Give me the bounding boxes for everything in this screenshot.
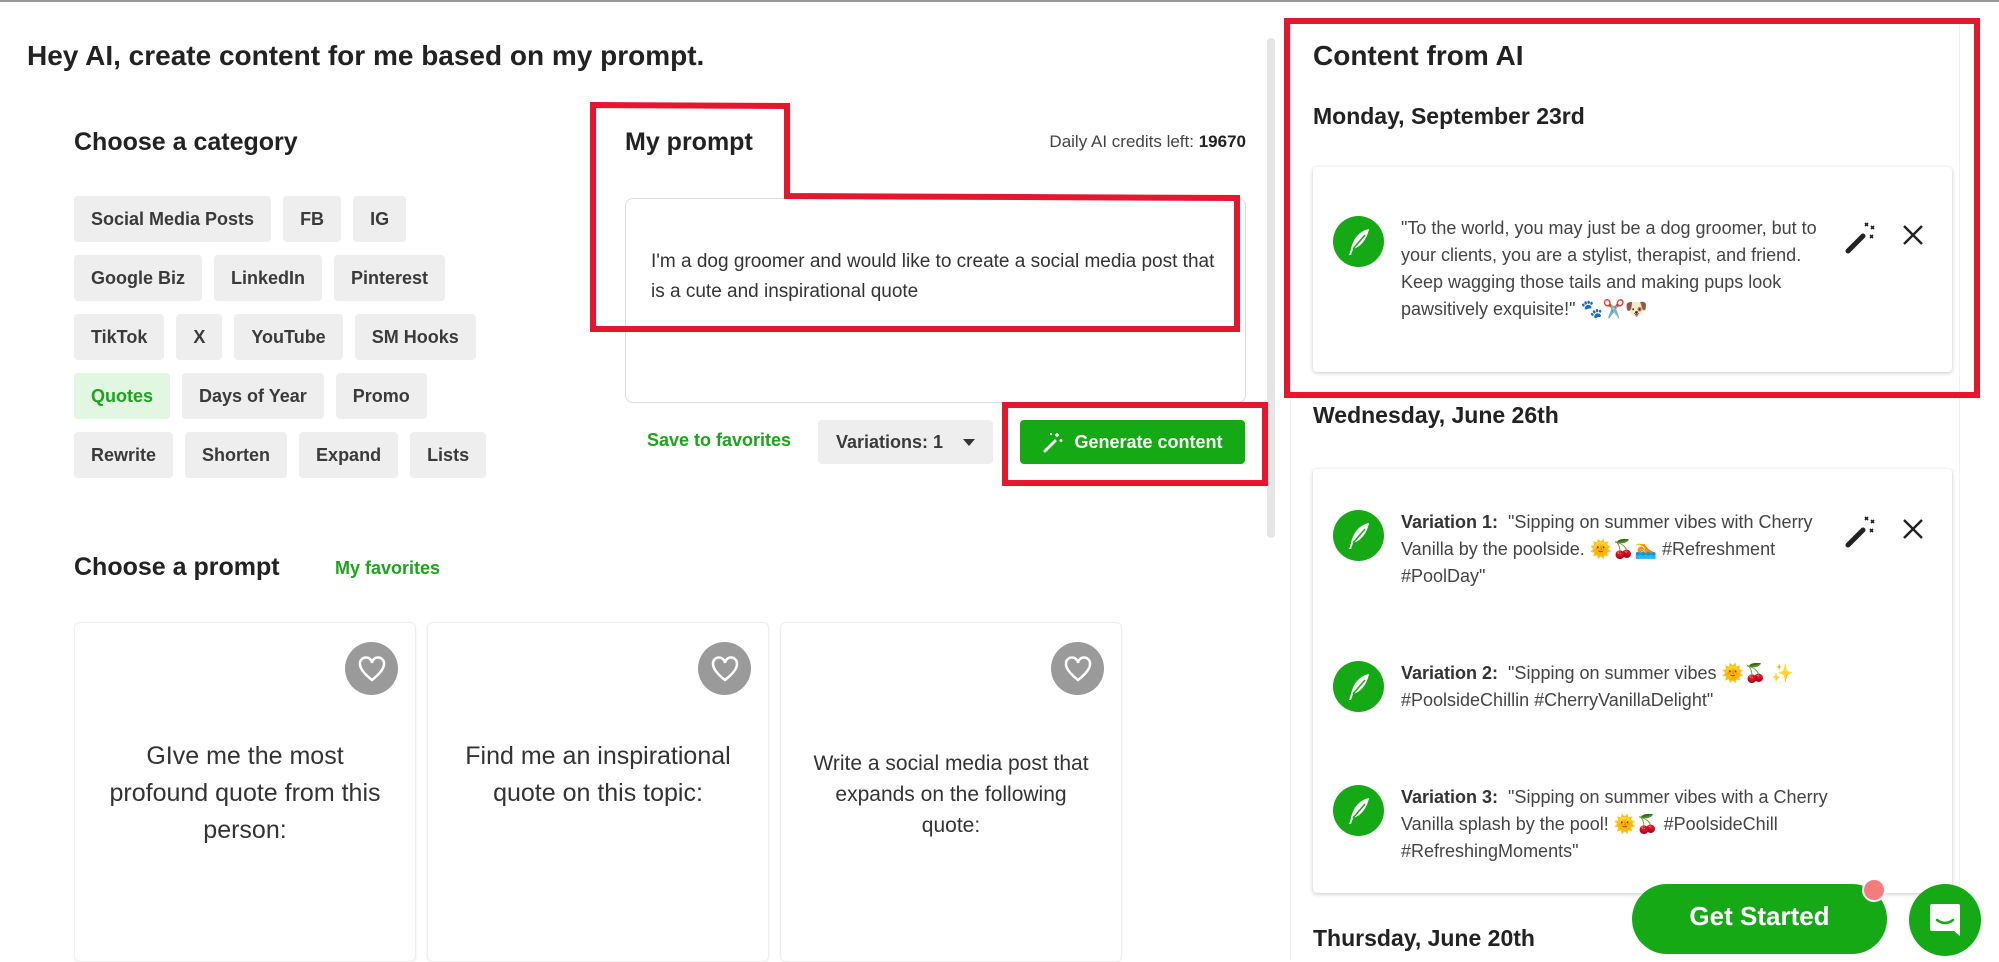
scrollbar[interactable] [1267, 38, 1275, 538]
variations-dropdown[interactable]: Variations: 1 [818, 420, 993, 464]
heart-icon [710, 655, 740, 683]
category-chip-promo[interactable]: Promo [335, 373, 427, 419]
variation-label: Variation 2: [1401, 663, 1499, 683]
chip-row: Google Biz LinkedIn Pinterest [74, 255, 594, 301]
category-chip-ig[interactable]: IG [353, 196, 407, 242]
generate-label: Generate content [1074, 431, 1223, 452]
notification-dot [1862, 878, 1886, 902]
favorite-button[interactable] [1051, 642, 1104, 695]
regenerate-button[interactable] [1843, 221, 1877, 260]
prompt-card-text: Find me an inspirational quote on this t… [465, 742, 731, 807]
generated-text: "To the world, you may just be a dog gro… [1401, 218, 1817, 319]
chip-row: Rewrite Shorten Expand Lists [74, 432, 594, 478]
date-heading: Thursday, June 20th [1313, 925, 1535, 951]
date-heading: Wednesday, June 26th [1313, 402, 1559, 428]
top-border [0, 0, 1999, 2]
category-chip-youtube[interactable]: YouTube [234, 314, 343, 360]
prompt-card[interactable]: Write a social media post that expands o… [780, 622, 1122, 962]
magic-wand-icon [1843, 516, 1877, 553]
content-card: Variation 1: "Sipping on summer vibes wi… [1313, 469, 1952, 893]
category-chip-google-biz[interactable]: Google Biz [74, 255, 202, 301]
content-heading: Content from AI [1313, 40, 1524, 71]
credits-readout: Daily AI credits left: 19670 [1049, 132, 1246, 152]
my-prompt-heading: My prompt [625, 128, 753, 156]
date-heading: Monday, September 23rd [1313, 103, 1585, 129]
generate-content-button[interactable]: Generate content [1020, 420, 1245, 464]
content-text[interactable]: "To the world, you may just be a dog gro… [1401, 215, 1831, 323]
save-to-favorites-link[interactable]: Save to favorites [647, 430, 791, 451]
content-text[interactable]: Variation 1: "Sipping on summer vibes wi… [1401, 509, 1831, 590]
favorite-button[interactable] [345, 642, 398, 695]
close-icon [1901, 519, 1925, 545]
choose-prompt-heading: Choose a prompt [74, 553, 280, 581]
chevron-down-icon [963, 439, 975, 446]
prompt-input[interactable]: I'm a dog groomer and would like to crea… [625, 198, 1246, 403]
category-chips: Social Media Posts FB IG Google Biz LinkedIn… [74, 196, 594, 491]
credits-label: Daily AI credits left: [1049, 132, 1194, 151]
category-chip-days-of-year[interactable]: Days of Year [182, 373, 324, 419]
chip-row: Quotes Days of Year Promo [74, 373, 594, 419]
feather-icon [1333, 216, 1384, 267]
feather-icon [1333, 661, 1384, 712]
heart-icon [357, 655, 387, 683]
category-chip-shorten[interactable]: Shorten [185, 432, 288, 478]
category-chip-rewrite[interactable]: Rewrite [74, 432, 174, 478]
credits-value: 19670 [1198, 132, 1246, 151]
close-button[interactable] [1901, 517, 1925, 546]
magic-wand-icon [1843, 222, 1877, 259]
regenerate-button[interactable] [1843, 515, 1877, 554]
category-heading: Choose a category [74, 128, 298, 156]
category-chip-social-media-posts[interactable]: Social Media Posts [74, 196, 272, 242]
prompt-card[interactable]: Find me an inspirational quote on this t… [427, 622, 769, 962]
page-title: Hey AI, create content for me based on m… [27, 40, 705, 71]
category-chip-expand[interactable]: Expand [299, 432, 399, 478]
get-started-button[interactable]: Get Started [1632, 884, 1887, 954]
chat-button[interactable] [1909, 884, 1981, 956]
category-chip-tiktok[interactable]: TikTok [74, 314, 165, 360]
chat-icon [1930, 904, 1960, 936]
prompt-card[interactable]: GIve me the most profound quote from thi… [74, 622, 416, 962]
close-button[interactable] [1901, 223, 1925, 252]
prompt-card-text: Write a social media post that expands o… [813, 752, 1089, 837]
variation-label: Variation 3: [1401, 787, 1499, 807]
magic-wand-icon [1043, 433, 1063, 453]
category-chip-pinterest[interactable]: Pinterest [334, 255, 446, 301]
prompt-card-text: GIve me the most profound quote from thi… [109, 742, 381, 844]
content-text[interactable]: Variation 2: "Sipping on summer vibes 🌞🍒… [1401, 660, 1831, 714]
close-icon [1901, 225, 1925, 251]
content-card: "To the world, you may just be a dog gro… [1313, 167, 1952, 372]
category-chip-linkedin[interactable]: LinkedIn [214, 255, 323, 301]
content-text[interactable]: Variation 3: "Sipping on summer vibes wi… [1401, 784, 1831, 865]
chip-row: Social Media Posts FB IG [74, 196, 594, 242]
heart-icon [1063, 655, 1093, 683]
category-chip-lists[interactable]: Lists [410, 432, 487, 478]
variation-label: Variation 1: [1401, 512, 1499, 532]
my-favorites-link[interactable]: My favorites [335, 558, 440, 579]
category-chip-quotes[interactable]: Quotes [74, 373, 171, 419]
feather-icon [1333, 785, 1384, 836]
category-chip-sm-hooks[interactable]: SM Hooks [354, 314, 476, 360]
feather-icon [1333, 510, 1384, 561]
category-chip-x[interactable]: X [176, 314, 223, 360]
favorite-button[interactable] [698, 642, 751, 695]
chip-row: TikTok X YouTube SM Hooks [74, 314, 594, 360]
category-chip-fb[interactable]: FB [283, 196, 342, 242]
variations-value: Variations: 1 [836, 431, 944, 452]
